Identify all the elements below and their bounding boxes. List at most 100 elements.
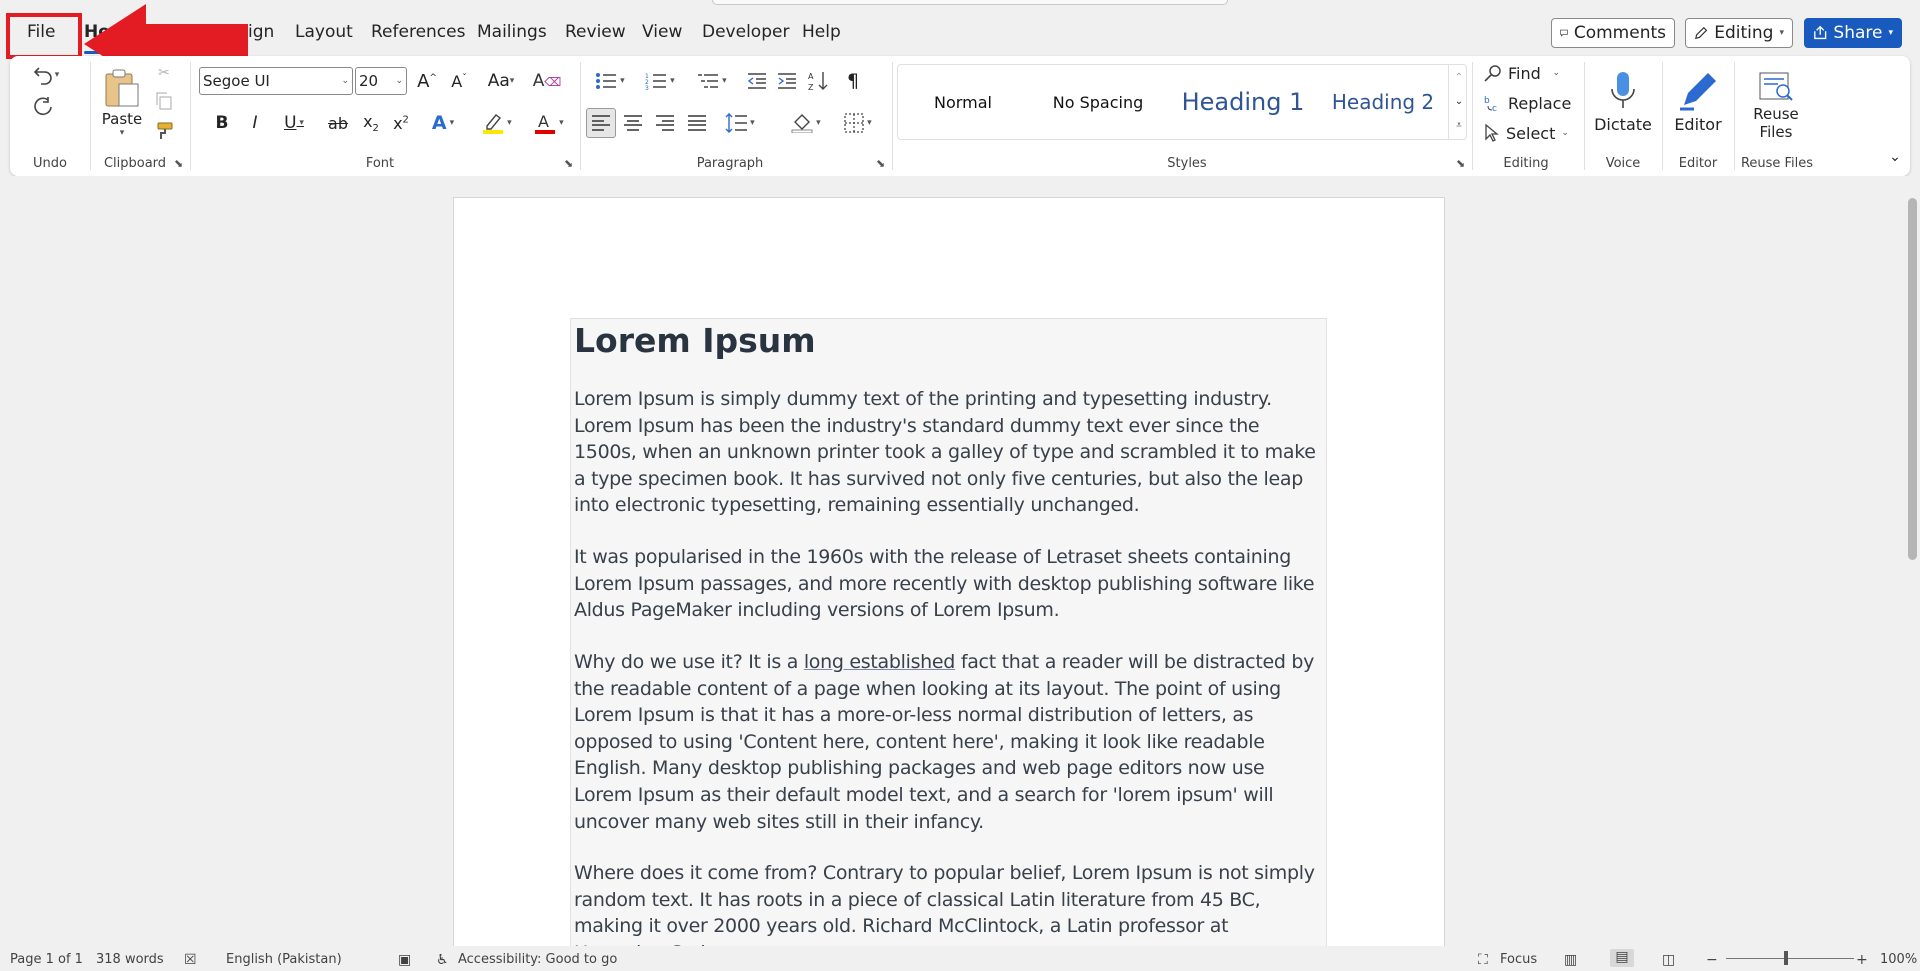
find-button[interactable]: Find ⌄	[1484, 60, 1574, 86]
increase-indent-button[interactable]	[774, 68, 800, 94]
redo-icon	[34, 97, 52, 116]
svg-text:Z: Z	[808, 83, 814, 91]
style-normal[interactable]: Normal	[898, 65, 1028, 139]
gallery-more-icon[interactable]: ⩡	[1449, 114, 1469, 136]
web-layout-icon[interactable]: ◫	[1662, 952, 1675, 968]
show-formatting-button[interactable]: ¶	[840, 68, 866, 94]
paste-button[interactable]: Paste ▾	[98, 62, 146, 144]
tab-developer[interactable]: Developer	[702, 22, 789, 42]
gallery-scroll-down-icon[interactable]: ⌄	[1449, 90, 1469, 112]
bold-button[interactable]: B	[209, 110, 235, 136]
dialog-launcher-icon[interactable]: ⬊	[564, 157, 573, 170]
borders-button[interactable]: ▾	[836, 110, 880, 136]
line-spacing-button[interactable]: ▾	[718, 110, 762, 136]
focus-button[interactable]: Focus	[1500, 952, 1537, 967]
read-mode-icon[interactable]: ▥	[1564, 952, 1577, 968]
copy-button[interactable]	[152, 90, 176, 112]
tab-view[interactable]: View	[642, 22, 682, 42]
tab-help[interactable]: Help	[802, 22, 841, 42]
change-case-button[interactable]: Aa ▾	[480, 68, 522, 94]
tab-layout[interactable]: Layout	[295, 22, 353, 42]
chevron-down-icon: ▾	[509, 76, 515, 86]
superscript-button[interactable]: x2	[388, 110, 414, 136]
font-color-icon: A	[535, 112, 556, 134]
chevron-down-icon: ▾	[813, 118, 821, 128]
proofing-icon[interactable]: ☒	[184, 952, 197, 968]
chevron-down-icon: ▾	[1888, 28, 1893, 38]
bullets-button[interactable]: ▾	[588, 68, 632, 94]
collapse-ribbon-button[interactable]: ⌄	[1886, 148, 1904, 166]
scrollbar-thumb[interactable]	[1908, 198, 1917, 560]
undo-button[interactable]: ▾	[28, 60, 64, 90]
editor-button[interactable]: Editor	[1668, 60, 1728, 144]
find-label: Find	[1508, 63, 1541, 83]
multilevel-list-button[interactable]: ▾	[690, 68, 734, 94]
cut-icon[interactable]: ✂	[152, 62, 176, 84]
tab-references[interactable]: References	[371, 22, 465, 42]
font-size-value: 20	[359, 72, 379, 90]
reuse-files-button[interactable]: Reuse Files	[1738, 60, 1814, 150]
justify-button[interactable]	[684, 110, 710, 136]
align-right-button[interactable]	[652, 110, 678, 136]
zoom-slider-track[interactable]	[1726, 958, 1854, 959]
tab-review[interactable]: Review	[565, 22, 626, 42]
svg-text:A: A	[808, 72, 814, 81]
strikethrough-button[interactable]: ab	[324, 110, 352, 136]
document-page[interactable]: Lorem Ipsum Lorem Ipsum is simply dummy …	[453, 197, 1445, 946]
share-button[interactable]: Share ▾	[1804, 18, 1902, 48]
align-left-button[interactable]	[586, 108, 616, 138]
language-indicator[interactable]: English (Pakistan)	[226, 952, 342, 967]
clear-formatting-button[interactable]: A⌫	[533, 68, 562, 94]
underline-button[interactable]: U ▾	[274, 110, 314, 136]
borders-icon	[844, 113, 864, 133]
vertical-scrollbar[interactable]	[1905, 176, 1920, 946]
dialog-launcher-icon[interactable]: ⬊	[1456, 157, 1465, 170]
tab-design[interactable]: ign	[248, 22, 274, 42]
content-control[interactable]: Lorem Ipsum Lorem Ipsum is simply dummy …	[570, 318, 1327, 946]
select-button[interactable]: Select ⌄	[1484, 120, 1574, 146]
tab-mailings[interactable]: Mailings	[477, 22, 547, 42]
gallery-scroll-up-icon[interactable]: ⌃	[1449, 66, 1469, 88]
macro-recording-icon[interactable]: ▣	[398, 952, 411, 968]
dialog-launcher-icon[interactable]: ⬊	[876, 157, 885, 170]
style-heading-2[interactable]: Heading 2	[1318, 65, 1448, 139]
grow-font-button[interactable]: A^	[414, 68, 440, 94]
shading-button[interactable]: ▾	[784, 110, 828, 136]
zoom-in-icon[interactable]: +	[1856, 952, 1868, 968]
page-count[interactable]: Page 1 of 1	[10, 952, 83, 967]
comments-button[interactable]: Comments	[1551, 18, 1675, 48]
subscript-button[interactable]: x2	[358, 110, 384, 136]
print-layout-icon[interactable]: ▤	[1610, 949, 1634, 967]
dictate-button[interactable]: Dictate	[1590, 60, 1656, 144]
search-box-edge[interactable]	[712, 0, 1228, 5]
highlight-color-button[interactable]: ▾	[476, 110, 518, 136]
format-painter-button[interactable]	[152, 120, 176, 142]
zoom-out-icon[interactable]: −	[1706, 952, 1718, 968]
zoom-level[interactable]: 100%	[1880, 952, 1917, 967]
style-heading-1[interactable]: Heading 1	[1168, 65, 1318, 139]
styles-group-label: Styles	[1167, 156, 1207, 171]
dialog-launcher-icon[interactable]: ⬊	[174, 157, 183, 170]
editing-mode-button[interactable]: Editing ▾	[1685, 18, 1793, 48]
font-name-combobox[interactable]: Segoe UI ⌄	[199, 67, 353, 95]
text-effects-button[interactable]: A ▾	[422, 110, 464, 136]
flagged-phrase[interactable]: long established	[804, 651, 956, 673]
align-center-button[interactable]	[620, 110, 646, 136]
italic-button[interactable]: I	[242, 110, 268, 136]
numbering-button[interactable]: 123 ▾	[638, 68, 682, 94]
word-count[interactable]: 318 words	[96, 952, 164, 967]
chevron-down-icon: ▾	[1779, 28, 1784, 38]
reuse-files-label: Reuse Files	[1753, 105, 1799, 141]
shrink-font-button[interactable]: Aˇ	[446, 68, 472, 94]
home-ribbon: ▾ Undo Paste ▾ ✂ Clipboard ⬊ Segoe UI ⌄ …	[10, 56, 1910, 176]
decrease-indent-button[interactable]	[744, 68, 770, 94]
font-color-button[interactable]: A ▾	[528, 110, 570, 136]
zoom-slider-thumb[interactable]	[1784, 951, 1788, 965]
sort-button[interactable]: AZ	[806, 68, 832, 94]
redo-button[interactable]	[28, 90, 58, 124]
accessibility-status[interactable]: Accessibility: Good to go	[458, 952, 617, 967]
font-size-combobox[interactable]: 20 ⌄	[355, 67, 407, 95]
style-no-spacing[interactable]: No Spacing	[1028, 65, 1168, 139]
chevron-down-icon: ▾	[719, 76, 727, 86]
replace-button[interactable]: bc Replace	[1484, 90, 1574, 116]
